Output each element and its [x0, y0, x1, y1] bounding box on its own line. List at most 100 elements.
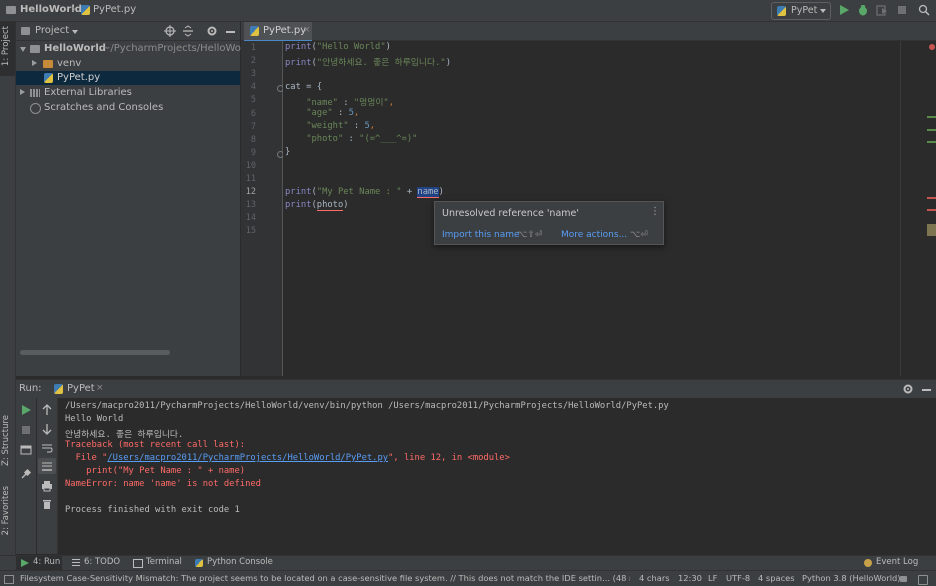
line-number: 1 [250, 43, 256, 53]
python-file-icon [81, 5, 90, 15]
navigation-bar: HelloWorld › PyPet.py PyPet [0, 0, 936, 22]
lock-icon[interactable] [900, 576, 907, 582]
run-console[interactable]: /Users/macpro2011/PycharmProjects/HelloW… [58, 398, 936, 554]
folder-icon [6, 6, 16, 14]
chevron-down-icon [20, 47, 26, 52]
project-panel-header: Project [16, 22, 240, 41]
line-number: 2 [250, 56, 256, 67]
warning-mark[interactable] [927, 141, 936, 143]
more-actions-link[interactable]: More actions... [561, 230, 627, 240]
tool-tab-event-log[interactable]: Event Log [876, 557, 918, 567]
line-number: 3 [250, 69, 256, 80]
breadcrumb-file[interactable]: PyPet.py [93, 4, 136, 15]
code-line: print("My Pet Name : " + name) [285, 187, 444, 198]
line-number: 11 [245, 174, 256, 184]
search-icon[interactable] [918, 4, 930, 16]
status-interpreter[interactable]: Python 3.8 (HelloWorld) [802, 573, 901, 583]
stop-icon[interactable] [896, 4, 908, 16]
tab-pypet[interactable]: PyPet.py × [244, 22, 312, 42]
arrow-down-icon[interactable] [41, 423, 53, 435]
traceback-file-link[interactable]: /Users/macpro2011/PycharmProjects/HelloW… [107, 453, 388, 463]
console-text: ", line 12, in <module> [388, 453, 510, 463]
rerun-icon[interactable] [20, 404, 32, 416]
tree-item-label: External Libraries [44, 87, 132, 98]
tool-tab-todo[interactable]: 6: TODO [84, 557, 120, 567]
status-line-separator[interactable]: LF [708, 573, 717, 583]
status-indent[interactable]: 4 spaces [758, 573, 795, 583]
scroll-to-end-button[interactable] [38, 458, 56, 474]
soft-wrap-icon[interactable] [41, 442, 53, 454]
project-panel: Project HelloWorld ~/PycharmProjects/Hel… [16, 22, 254, 376]
code-line: "name" : "멍멍이", [306, 98, 395, 108]
debug-icon[interactable] [857, 4, 869, 16]
tree-item-label: PyPet.py [57, 72, 101, 83]
memory-indicator-icon[interactable] [918, 575, 928, 585]
scroll-to-end-icon [42, 462, 52, 471]
tree-item-scratches[interactable]: Scratches and Consoles [16, 101, 240, 115]
print-icon[interactable] [41, 480, 53, 492]
error-mark[interactable] [927, 209, 936, 211]
tree-item-external-libraries[interactable]: External Libraries [16, 86, 240, 100]
structure-tool-tab[interactable]: Z: Structure [1, 415, 11, 466]
run-icon[interactable] [838, 4, 850, 16]
warning-mark[interactable] [927, 129, 936, 131]
gear-icon[interactable] [206, 25, 218, 37]
tree-item-helloworld[interactable]: HelloWorld ~/PycharmProjects/HelloWorld [16, 42, 254, 56]
status-selection-chars: 4 chars [639, 573, 670, 583]
hide-panel-icon[interactable] [226, 31, 235, 33]
code-line: "age" : 5, [306, 108, 360, 118]
tree-item-venv[interactable]: venv [16, 57, 240, 71]
project-view-select[interactable]: Project [35, 25, 69, 36]
status-toggle-icon[interactable] [4, 575, 14, 584]
collapse-all-icon[interactable] [182, 25, 194, 37]
console-line: print("My Pet Name : " + name) [65, 466, 246, 476]
hide-panel-icon[interactable] [922, 389, 931, 391]
run-toolbar-secondary [37, 398, 58, 554]
locate-icon[interactable] [164, 25, 176, 37]
trash-icon[interactable] [41, 498, 53, 510]
import-this-name-link[interactable]: Import this name [442, 230, 520, 240]
scroll-thumb[interactable] [927, 224, 936, 236]
event-log-icon [864, 559, 872, 567]
run-panel-label: Run: [19, 383, 42, 394]
status-caret-position[interactable]: 12:30 [678, 573, 702, 583]
run-tab-pypet[interactable]: PyPet × [50, 380, 110, 398]
line-number: 10 [245, 160, 256, 171]
project-tool-tab[interactable]: 1: Project [1, 26, 11, 66]
arrow-up-icon[interactable] [41, 404, 53, 416]
console-line: Hello World [65, 414, 124, 424]
close-icon[interactable]: × [303, 25, 311, 35]
run-configuration-select[interactable]: PyPet [771, 2, 831, 20]
status-message[interactable]: Filesystem Case-Sensitivity Mismatch: Th… [20, 573, 630, 583]
error-indicator-icon[interactable] [929, 44, 935, 50]
horizontal-scrollbar[interactable] [20, 350, 170, 355]
folder-icon [30, 45, 40, 53]
tool-tab-terminal[interactable]: Terminal [146, 557, 182, 567]
console-line: Traceback (most recent call last): [65, 440, 246, 450]
line-number: 7 [250, 121, 256, 132]
coverage-icon[interactable] [876, 4, 888, 16]
run-tab-label: PyPet [67, 383, 95, 394]
pin-icon[interactable] [20, 468, 32, 480]
tool-tab-run[interactable]: 4: Run [16, 556, 62, 570]
more-options-icon[interactable]: ⋮ [650, 206, 660, 217]
project-view-icon [21, 27, 30, 35]
python-file-icon [777, 6, 786, 16]
tree-item-pypet[interactable]: PyPet.py [16, 71, 240, 85]
code-line: print(photo) [285, 200, 349, 211]
stop-icon[interactable] [20, 424, 32, 436]
status-encoding[interactable]: UTF-8 [726, 573, 750, 583]
close-icon[interactable]: × [96, 383, 104, 393]
tool-tab-python-console[interactable]: Python Console [207, 557, 273, 567]
tree-item-label: HelloWorld [44, 43, 106, 54]
warning-mark[interactable] [927, 116, 936, 118]
restore-layout-icon[interactable] [20, 444, 32, 456]
line-number: 6 [250, 108, 256, 119]
status-bar: Filesystem Case-Sensitivity Mismatch: Th… [0, 570, 936, 586]
favorites-tool-tab[interactable]: 2: Favorites [1, 486, 11, 535]
code-line: "weight" : 5, [306, 121, 376, 131]
line-number: 5 [250, 95, 256, 106]
gear-icon[interactable] [902, 383, 914, 395]
line-number: 8 [250, 134, 256, 145]
error-mark[interactable] [927, 197, 936, 199]
